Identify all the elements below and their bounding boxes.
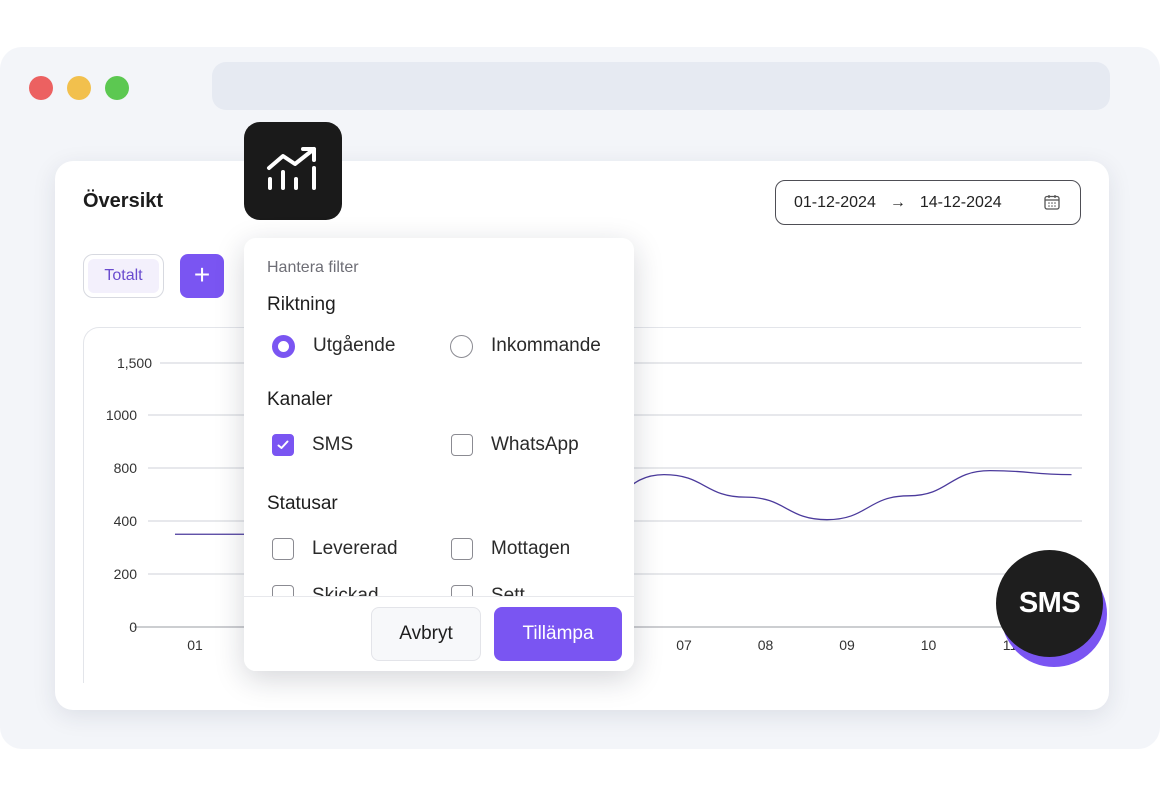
checkbox-received-indicator[interactable] xyxy=(451,538,473,560)
total-filter-chip[interactable]: Totalt xyxy=(83,254,164,298)
radio-outgoing-indicator[interactable] xyxy=(272,334,295,358)
date-from: 01-12-2024 xyxy=(794,193,876,211)
trend-badge xyxy=(244,122,342,220)
radio-outgoing[interactable]: Utgående xyxy=(272,333,395,359)
x-tick-label: 01 xyxy=(187,637,203,653)
x-tick-label: 09 xyxy=(839,637,855,653)
add-filter-button[interactable]: + xyxy=(180,254,224,298)
checkbox-whatsapp[interactable]: WhatsApp xyxy=(451,432,579,458)
checkmark-icon xyxy=(277,440,289,449)
checkbox-delivered[interactable]: Levererad xyxy=(272,536,398,562)
y-tick-label: 800 xyxy=(114,460,138,476)
direction-section-title: Riktning xyxy=(267,294,336,315)
calendar-icon[interactable] xyxy=(1044,194,1060,210)
sms-badge: SMS xyxy=(996,550,1103,657)
radio-incoming[interactable]: Inkommande xyxy=(450,333,601,359)
checkbox-received-label: Mottagen xyxy=(491,538,571,559)
total-chip-label: Totalt xyxy=(88,259,159,293)
x-tick-label: 10 xyxy=(921,637,937,653)
page-title: Översikt xyxy=(83,190,164,212)
y-tick-label: 0 xyxy=(129,619,137,635)
y-tick-label: 1000 xyxy=(106,407,137,423)
checkbox-sms-indicator[interactable] xyxy=(272,434,294,456)
cancel-button[interactable]: Avbryt xyxy=(371,607,481,661)
filter-heading: Hantera filter xyxy=(267,259,359,276)
channels-section-title: Kanaler xyxy=(267,389,333,410)
radio-incoming-label: Inkommande xyxy=(491,335,601,356)
y-tick-label: 400 xyxy=(114,513,138,529)
y-tick-label: 1,500 xyxy=(117,355,152,371)
x-tick-label: 08 xyxy=(758,637,774,653)
date-to: 14-12-2024 xyxy=(919,193,1002,211)
checkbox-whatsapp-indicator[interactable] xyxy=(451,434,473,456)
filter-footer: Avbryt Tillämpa xyxy=(244,596,634,671)
checkbox-sms-label: SMS xyxy=(312,434,354,455)
radio-outgoing-label: Utgående xyxy=(313,335,396,356)
checkbox-delivered-indicator[interactable] xyxy=(272,538,294,560)
window-maximize-dot[interactable] xyxy=(105,76,129,100)
statuses-section-title: Statusar xyxy=(267,493,338,514)
window-minimize-dot[interactable] xyxy=(67,76,91,100)
checkbox-whatsapp-label: WhatsApp xyxy=(491,434,579,455)
window-close-dot[interactable] xyxy=(29,76,53,100)
address-bar[interactable] xyxy=(212,62,1110,110)
radio-incoming-indicator[interactable] xyxy=(450,334,473,358)
date-arrow: → xyxy=(889,193,906,211)
y-tick-label: 200 xyxy=(114,566,138,582)
x-tick-label: 07 xyxy=(676,637,692,653)
date-range-picker[interactable]: 01-12-2024 → 14-12-2024 xyxy=(775,180,1081,225)
filter-dropdown: Hantera filter Riktning Utgående Inkomma… xyxy=(244,238,634,671)
checkbox-received[interactable]: Mottagen xyxy=(451,536,570,562)
checkbox-delivered-label: Levererad xyxy=(312,538,398,559)
trending-up-icon xyxy=(267,147,316,190)
checkbox-sms[interactable]: SMS xyxy=(272,432,353,458)
apply-button[interactable]: Tillämpa xyxy=(494,607,622,661)
